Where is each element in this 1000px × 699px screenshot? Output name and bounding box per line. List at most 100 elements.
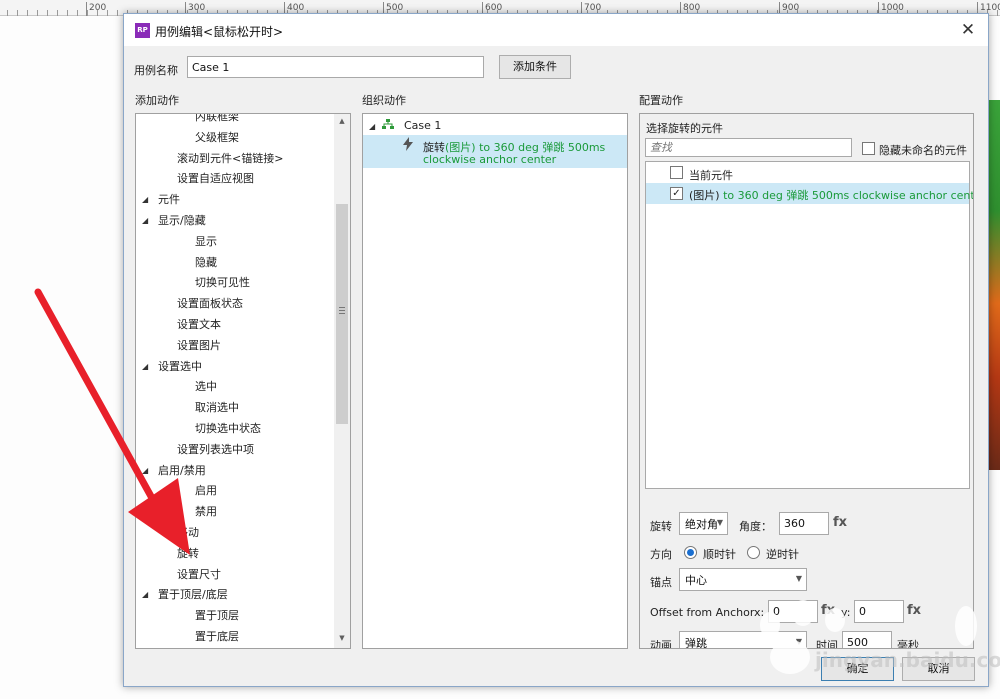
scroll-thumb[interactable] bbox=[336, 204, 348, 424]
animate-label: 动画 bbox=[650, 639, 672, 649]
tree-item[interactable]: 旋转 bbox=[177, 545, 199, 561]
rotate-mode-select[interactable]: 绝对角 ▼ bbox=[679, 512, 728, 535]
ruler-label: 400 bbox=[287, 3, 305, 13]
tree-item[interactable]: 切换选中状态 bbox=[195, 420, 261, 436]
expand-triangle-icon[interactable]: ◢ bbox=[142, 590, 148, 599]
expand-triangle-icon[interactable]: ◢ bbox=[142, 466, 148, 475]
ruler-minor-tick bbox=[77, 10, 78, 16]
tree-item[interactable]: 显示/隐藏 bbox=[158, 212, 206, 228]
image-widget-checkbox[interactable]: ✓ bbox=[670, 187, 683, 200]
tree-scrollbar[interactable]: ▲ ▼ bbox=[334, 114, 350, 648]
ruler-minor-tick bbox=[117, 10, 118, 16]
anchor-label: 锚点 bbox=[650, 576, 672, 589]
case-icon bbox=[382, 119, 394, 130]
ruler-minor-tick bbox=[27, 10, 28, 16]
watermark-paw-icon bbox=[770, 640, 810, 674]
configure-actions-heading: 配置动作 bbox=[639, 94, 683, 107]
expand-triangle-icon[interactable]: ◢ bbox=[142, 195, 148, 204]
dialog-title: 用例编辑<鼠标松开时> bbox=[155, 25, 284, 39]
tree-item[interactable]: 选中 bbox=[195, 378, 217, 394]
anchor-select[interactable]: 中心 ▼ bbox=[679, 568, 807, 591]
ruler-minor-tick bbox=[7, 10, 8, 16]
scroll-down-icon[interactable]: ▼ bbox=[334, 634, 350, 642]
watermark-text: jingyan.baidu.com bbox=[815, 648, 1000, 672]
tree-item[interactable]: 置于顶层/底层 bbox=[158, 586, 228, 602]
ruler-minor-tick bbox=[97, 10, 98, 16]
widget-search-input[interactable] bbox=[645, 138, 852, 157]
tree-item[interactable]: 启用 bbox=[195, 482, 217, 498]
direction-label: 方向 bbox=[650, 548, 672, 561]
axure-rp-icon: RP bbox=[135, 23, 150, 38]
chevron-down-icon: ▼ bbox=[716, 518, 723, 527]
tree-item[interactable]: 设置面板状态 bbox=[177, 295, 243, 311]
tree-item[interactable]: 设置自适应视图 bbox=[177, 170, 254, 186]
chevron-down-icon: ▼ bbox=[795, 574, 802, 583]
organize-actions-panel: ◢ Case 1 旋转(图片) to 360 deg 弹跳 500ms cloc… bbox=[362, 113, 628, 649]
watermark-paw-icon bbox=[825, 608, 845, 632]
counterclockwise-label: 逆时针 bbox=[766, 548, 799, 561]
tree-item[interactable]: 滚动到元件<锚链接> bbox=[177, 150, 283, 166]
lightning-icon bbox=[403, 137, 413, 151]
time-input[interactable] bbox=[842, 631, 892, 648]
tree-item[interactable]: 设置图片 bbox=[177, 337, 221, 353]
tree-item[interactable]: 设置尺寸 bbox=[177, 566, 221, 582]
scroll-up-icon[interactable]: ▲ bbox=[334, 117, 350, 125]
expand-triangle-icon[interactable]: ◢ bbox=[369, 122, 375, 131]
tree-item[interactable]: 父级框架 bbox=[195, 129, 239, 145]
ruler-minor-tick bbox=[997, 10, 998, 16]
offset-y-fx-button[interactable]: fx bbox=[907, 603, 921, 618]
tree-item[interactable]: 设置文本 bbox=[177, 316, 221, 332]
tree-item[interactable]: 设置列表选中项 bbox=[177, 441, 254, 457]
angle-input[interactable] bbox=[779, 512, 829, 535]
tree-item[interactable]: 禁用 bbox=[195, 503, 217, 519]
ruler-label: 1000 bbox=[881, 3, 904, 13]
widget-list: 当前元件 ✓ (图片) to 360 deg 弹跳 500ms clockwis… bbox=[645, 161, 973, 489]
ruler-minor-tick bbox=[17, 10, 18, 16]
add-actions-panel: 内联框架父级框架滚动到元件<锚链接> 设置自适应视图 ◢ 元件 ◢ 显示/隐藏显示隐藏切换… bbox=[135, 113, 351, 649]
ruler-minor-tick bbox=[87, 10, 88, 16]
ruler-label: 500 bbox=[386, 3, 404, 13]
rotate-label: 旋转 bbox=[650, 520, 672, 533]
case-name-input[interactable] bbox=[187, 56, 484, 78]
tree-item[interactable]: 置于顶层 bbox=[195, 607, 239, 623]
configure-actions-panel: 选择旋转的元件 隐藏未命名的元件 当前元件 ✓ (图片) to 360 deg … bbox=[639, 113, 974, 649]
tree-item[interactable]: 显示 bbox=[195, 233, 217, 249]
close-icon[interactable]: ✕ bbox=[958, 20, 978, 40]
counterclockwise-radio[interactable] bbox=[747, 546, 760, 559]
hide-unnamed-checkbox[interactable] bbox=[862, 142, 875, 155]
watermark-paw-icon bbox=[955, 606, 977, 646]
tree-item[interactable]: 启用/禁用 bbox=[158, 462, 206, 478]
add-actions-heading: 添加动作 bbox=[135, 94, 179, 107]
case-name-label: 用例名称 bbox=[134, 64, 178, 77]
watermark-paw-icon bbox=[792, 600, 814, 626]
tree-item[interactable]: 切换可见性 bbox=[195, 274, 250, 290]
expand-triangle-icon[interactable]: ◢ bbox=[142, 216, 148, 225]
tree-item[interactable]: 取消选中 bbox=[195, 399, 239, 415]
select-widget-label: 选择旋转的元件 bbox=[646, 122, 723, 135]
case-label[interactable]: Case 1 bbox=[404, 119, 441, 132]
expand-triangle-icon[interactable]: ◢ bbox=[142, 362, 148, 371]
tree-item[interactable]: 置于底层 bbox=[195, 628, 239, 644]
watermark-paw-icon bbox=[760, 612, 780, 638]
current-widget-checkbox[interactable] bbox=[670, 166, 683, 179]
hide-unnamed-label: 隐藏未命名的元件 bbox=[879, 144, 967, 157]
ruler-minor-tick bbox=[67, 10, 68, 16]
action-text-line2: clockwise anchor center bbox=[423, 153, 557, 166]
angle-label: 角度： bbox=[739, 520, 772, 533]
case-editor-dialog: RP 用例编辑<鼠标松开时> ✕ 用例名称 添加条件 添加动作 组织动作 配置动… bbox=[123, 13, 989, 687]
ruler-minor-tick bbox=[37, 10, 38, 16]
current-widget-label: 当前元件 bbox=[689, 169, 733, 182]
tree-item[interactable]: 内联框架 bbox=[195, 114, 239, 124]
tree-item[interactable]: 元件 bbox=[158, 191, 180, 207]
tree-item[interactable]: 移动 bbox=[177, 524, 199, 540]
clockwise-radio[interactable] bbox=[684, 546, 697, 559]
tree-item[interactable]: 设置选中 bbox=[158, 358, 202, 374]
offset-y-input[interactable] bbox=[854, 600, 904, 623]
tree-item[interactable]: 隐藏 bbox=[195, 254, 217, 270]
ruler-minor-tick bbox=[47, 10, 48, 16]
clockwise-label: 顺时针 bbox=[703, 548, 736, 561]
add-condition-button[interactable]: 添加条件 bbox=[499, 55, 571, 79]
image-widget-label: (图片) to 360 deg 弹跳 500ms clockwise ancho… bbox=[689, 189, 974, 202]
angle-fx-button[interactable]: fx bbox=[833, 515, 847, 530]
dialog-titlebar: RP 用例编辑<鼠标松开时> ✕ bbox=[124, 14, 988, 46]
